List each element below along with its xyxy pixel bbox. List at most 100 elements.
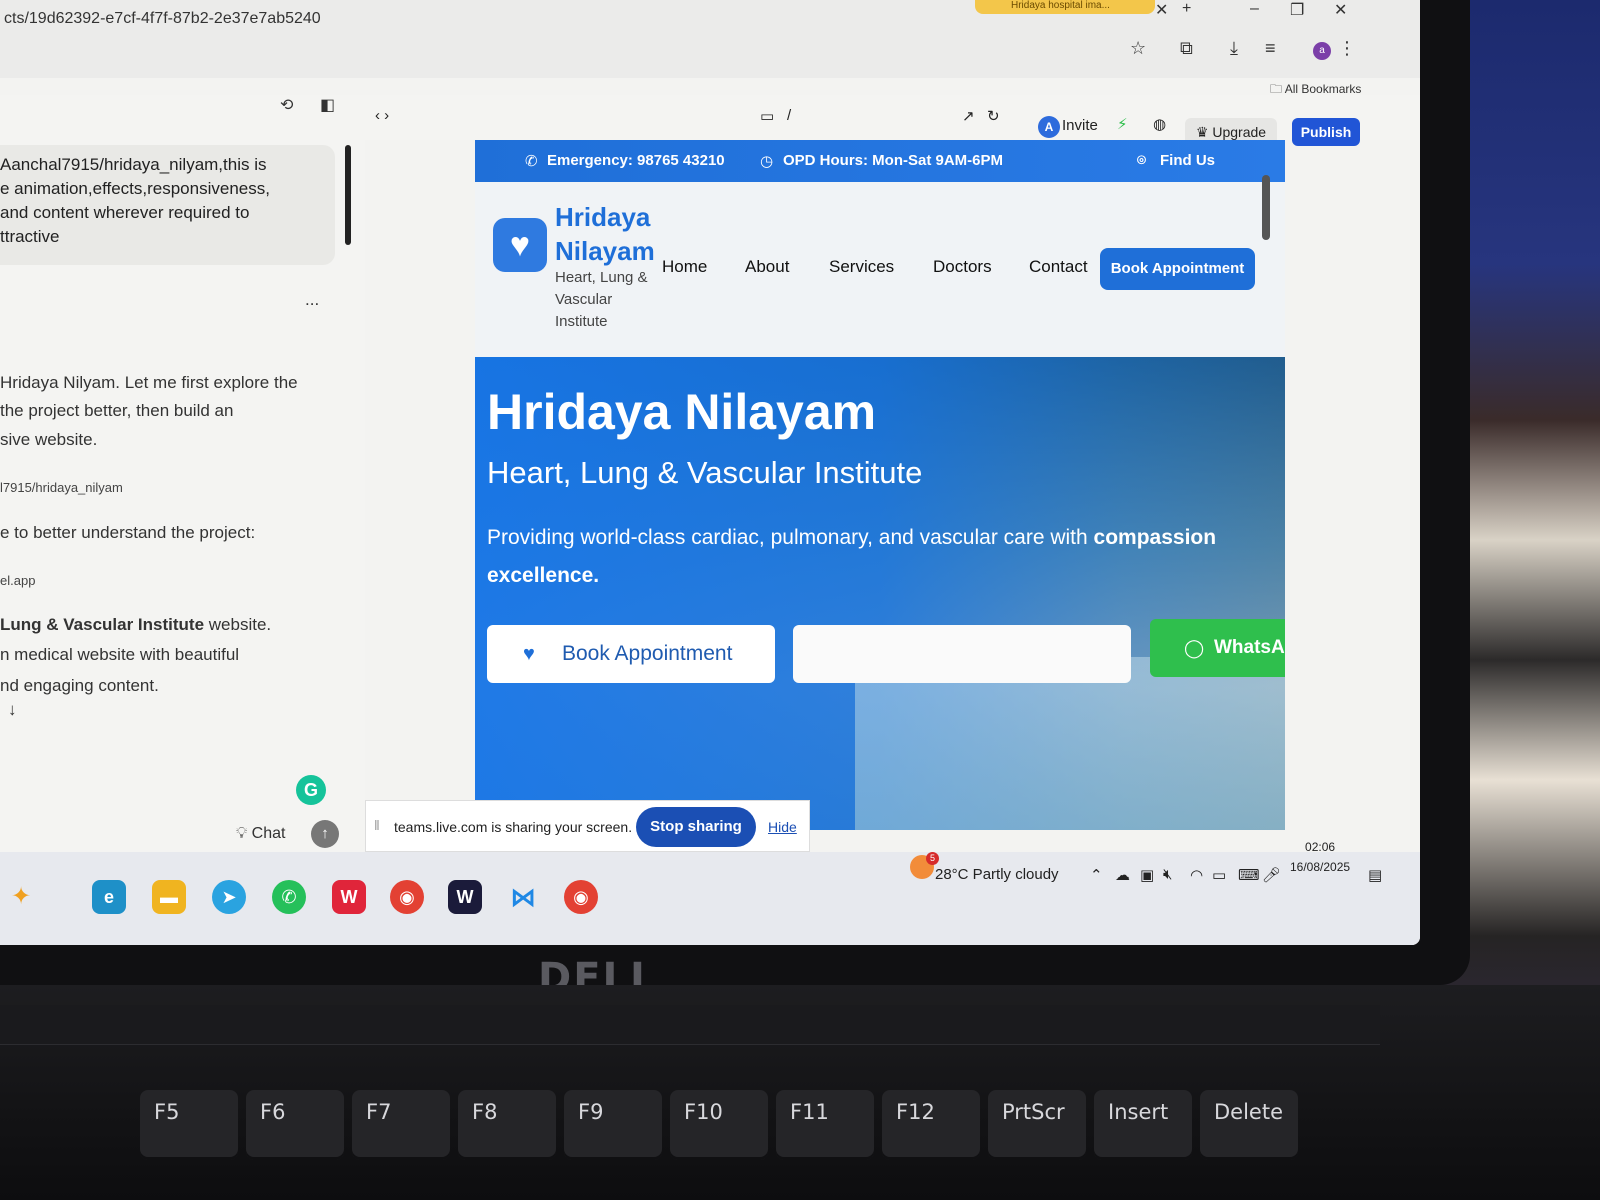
new-tab-icon[interactable]: + [1182,0,1191,18]
chrome-icon[interactable]: ◉ [390,880,424,914]
teams-tray-icon[interactable]: ▣ [1140,866,1154,884]
hero-book-appointment-button[interactable]: ♥ Book Appointment [487,625,775,683]
restore-icon[interactable]: ❐ [1290,0,1304,20]
key-delete: Delete [1200,1090,1298,1160]
preview-scrollbar[interactable] [1262,175,1270,240]
nav-home[interactable]: Home [662,257,707,277]
location-pin-icon: ⌾ [1137,152,1147,169]
teams-icon[interactable]: W [448,880,482,914]
nav-contact[interactable]: Contact [1029,257,1088,277]
assistant-line: sive website. [0,430,98,449]
book-appointment-nav-button[interactable]: Book Appointment [1100,248,1255,290]
screen-share-bar: ‖ teams.live.com is sharing your screen.… [365,800,810,852]
find-us-link[interactable]: Find Us [1160,152,1215,169]
open-external-icon[interactable]: ↗ [962,107,975,125]
key-f10: F10 [670,1090,768,1160]
keyboard-icon[interactable]: ⌨︎ [1238,866,1260,884]
emergency-number[interactable]: Emergency: 98765 43210 [547,152,725,169]
wps-office-icon[interactable]: W [332,880,366,914]
user-message: Aanchal7915/hridaya_nilyam,this is e ani… [0,145,335,265]
file-explorer-icon[interactable]: ▬ [152,880,186,914]
bolt-icon[interactable]: ⚡︎ [1117,115,1128,133]
hero-description: Providing world-class cardiac, pulmonary… [487,526,1217,587]
tray-overflow-icon[interactable]: ⌃ [1090,866,1103,884]
onedrive-icon[interactable]: ☁︎ [1115,866,1130,884]
heart-logo-icon[interactable]: ♥ [493,218,547,272]
telegram-icon[interactable]: ➤ [212,880,246,914]
profile-avatar[interactable]: a [1313,42,1331,60]
whatsapp-button[interactable]: ◯ WhatsA [1150,619,1285,677]
key-f7: F7 [352,1090,450,1160]
phone-icon: ✆ [525,153,538,170]
nav-about[interactable]: About [745,257,789,277]
website-preview: ✆ Emergency: 98765 43210 ◷ OPD Hours: Mo… [475,140,1285,830]
browser-menu-icon[interactable]: ⋮ [1338,38,1356,59]
copilot-icon[interactable]: ✦ [4,880,38,914]
volume-muted-icon[interactable]: 🔇︎ [1163,866,1172,883]
preview-path[interactable]: / [787,107,791,124]
wifi-icon[interactable]: ◠ [1190,866,1203,884]
grammarly-icon[interactable]: G [296,775,326,805]
scroll-down-icon[interactable]: ↓ [8,700,17,720]
bookmark-star-icon[interactable]: ☆ [1130,38,1146,59]
site-header: ♥ Hridaya Nilayam Heart, Lung & Vascular… [475,182,1285,357]
history-icon[interactable]: ⟲ [280,95,293,115]
assistant-line: Lung & Vascular Institute website. [0,615,272,634]
vscode-icon[interactable]: ⋈ [506,880,540,914]
browser-tab[interactable]: Hridaya hospital ima... [975,0,1155,14]
key-f5: F5 [140,1090,238,1160]
window-close-icon[interactable]: ✕ [1334,0,1347,20]
assistant-line: the project better, then build an [0,401,234,420]
lightbulb-icon: 💡︎ [236,825,252,842]
mic-icon[interactable]: 🎤︎ [1262,866,1281,884]
nav-doctors[interactable]: Doctors [933,257,992,277]
notification-icon[interactable]: ▤ [1368,866,1382,884]
minimize-icon[interactable]: – [1250,0,1259,18]
system-clock[interactable]: 02:06 16/08/2025 [1290,837,1350,877]
media-control-icon[interactable]: ≡ [1265,38,1276,59]
message-options-icon[interactable]: ... [305,290,319,310]
assistant-line: Hridaya Nilyam. Let me first explore the [0,373,298,392]
drag-handle-icon[interactable]: ‖ [374,817,380,833]
extensions-icon[interactable]: ⧉ [1180,38,1193,59]
chrome-profile-icon[interactable]: ◉ [564,880,598,914]
github-icon[interactable]: ◍ [1153,115,1166,133]
laptop-screen: cts/19d62392-e7cf-4f7f-87b2-2e37e7ab5240… [0,0,1420,945]
assistant-line: e to better understand the project: [0,523,256,542]
refresh-icon[interactable]: ↻ [987,107,1000,125]
publish-button[interactable]: Publish [1292,118,1360,146]
stop-sharing-button[interactable]: Stop sharing [636,807,756,847]
share-message: teams.live.com is sharing your screen. [394,819,633,835]
hero-subtitle: Heart, Lung & Vascular Institute [487,455,923,490]
edge-icon[interactable]: e [92,880,126,914]
key-f11: F11 [776,1090,874,1160]
download-icon[interactable]: ⤓ [1230,38,1238,59]
site-topbar: ✆ Emergency: 98765 43210 ◷ OPD Hours: Mo… [475,140,1285,182]
invite-button[interactable]: Invite [1062,117,1098,134]
chat-scrollbar[interactable] [345,145,351,245]
chat-panel: ⟲ ◧ Aanchal7915/hridaya_nilyam,this is e… [0,95,365,885]
hide-share-bar-link[interactable]: Hide [768,819,797,835]
repo-reference: l7915/hridaya_nilyam [0,480,123,495]
weather-widget[interactable]: 28°C Partly cloudy [935,866,1059,883]
code-view-icon[interactable]: ‹ › [375,107,389,124]
assistant-line: n medical website with beautiful [0,645,240,664]
battery-icon[interactable]: ▭ [1212,866,1226,884]
folder-icon: 🗀 [1270,82,1285,96]
sidebar-toggle-icon[interactable]: ◧ [320,95,335,115]
laptop-hinge [0,1005,1380,1045]
address-bar[interactable]: cts/19d62392-e7cf-4f7f-87b2-2e37e7ab5240 [4,10,321,28]
brand-tagline: Heart, Lung & Vascular Institute [555,269,648,330]
device-preview-icon[interactable]: ▭ [760,107,774,125]
whatsapp-app-icon[interactable]: ✆ [272,880,306,914]
assistant-line: nd engaging content. [0,676,159,695]
key-insert: Insert [1094,1090,1192,1160]
site-brand[interactable]: Hridaya Nilayam [555,200,655,268]
clock-icon: ◷ [760,153,774,170]
nav-services[interactable]: Services [829,257,894,277]
send-button[interactable]: ↑ [311,820,339,848]
invite-avatar: A [1038,116,1060,138]
tab-close-icon[interactable]: ✕ [1155,0,1168,20]
hero-secondary-button[interactable] [793,625,1131,683]
chat-mode-button[interactable]: 💡︎ Chat [236,825,285,843]
